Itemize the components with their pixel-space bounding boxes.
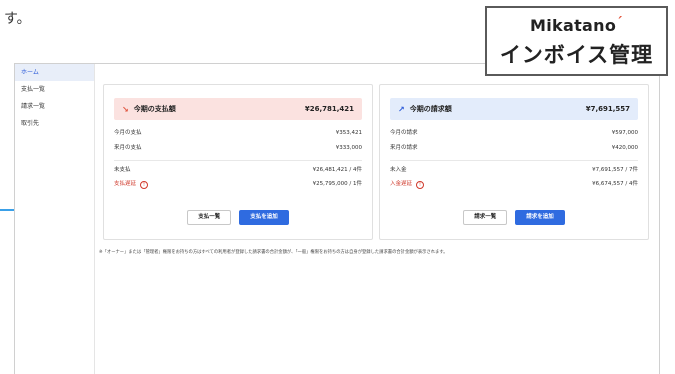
invoices-overdue-label: 入金遅延 — [390, 181, 413, 187]
sidebar-item-invoices[interactable]: 請求一覧 — [15, 98, 94, 115]
payments-row-next-month: 来月の支払 ¥333,000 — [114, 145, 362, 151]
payments-card-title: 今期の支払額 — [133, 105, 176, 113]
sidebar-item-home[interactable]: ホーム — [15, 64, 94, 81]
invoices-row-unreceived: 未入金 ¥7,691,557 / 7件 — [390, 160, 638, 177]
alert-circle-icon: ! — [416, 180, 425, 189]
decorative-blue-line — [0, 209, 14, 211]
brand-product-name: インボイス管理 — [499, 43, 654, 67]
brand-name: Mikatano´ — [530, 16, 623, 35]
permission-footnote: ※「オーナー」または「管理者」権限をお持ちの方はすべての利用者が登録した請求書の… — [99, 250, 448, 255]
invoices-total-amount: ¥7,691,557 — [585, 105, 630, 113]
payments-summary-card: ↘ 今期の支払額 ¥26,781,421 今月の支払 ¥353,421 来月の支… — [103, 84, 373, 240]
payments-list-button[interactable]: 支払一覧 — [187, 210, 232, 225]
payments-card-header: ↘ 今期の支払額 ¥26,781,421 — [114, 98, 362, 120]
invoices-card-title: 今期の請求額 — [409, 105, 452, 113]
sidebar-item-partners[interactable]: 取引先 — [15, 115, 94, 132]
payments-actions: 支払一覧 支払を追加 — [104, 210, 372, 225]
payments-total-amount: ¥26,781,421 — [304, 105, 354, 113]
app-window: ホーム 支払一覧 請求一覧 取引先 ↘ 今期の支払額 ¥26,781,421 今… — [14, 63, 660, 374]
payments-row-unpaid: 未支払 ¥26,481,421 / 4件 — [114, 160, 362, 177]
sidebar: ホーム 支払一覧 請求一覧 取引先 — [15, 64, 95, 374]
invoices-row-overdue: 入金遅延! ¥6,674,557 / 4件 — [390, 177, 638, 192]
top-text-fragment: す。 — [4, 11, 31, 27]
sidebar-item-payments[interactable]: 支払一覧 — [15, 81, 94, 98]
invoices-card-header: ↗ 今期の請求額 ¥7,691,557 — [390, 98, 638, 120]
invoices-row-this-month: 今月の請求 ¥597,000 — [390, 130, 638, 136]
arrow-up-right-icon: ↗ — [398, 104, 405, 114]
alert-circle-icon: ! — [140, 180, 149, 189]
payments-row-this-month: 今月の支払 ¥353,421 — [114, 130, 362, 136]
main-content: ↘ 今期の支払額 ¥26,781,421 今月の支払 ¥353,421 来月の支… — [95, 64, 659, 374]
arrow-down-right-icon: ↘ — [122, 104, 129, 114]
brand-logo-box: Mikatano´ インボイス管理 — [485, 6, 668, 76]
payments-row-overdue: 支払遅延! ¥25,795,000 / 1件 — [114, 177, 362, 192]
invoices-rows: 今月の請求 ¥597,000 来月の請求 ¥420,000 未入金 ¥7,691… — [390, 126, 638, 192]
invoices-summary-card: ↗ 今期の請求額 ¥7,691,557 今月の請求 ¥597,000 来月の請求… — [379, 84, 649, 240]
add-invoice-button[interactable]: 請求を追加 — [515, 210, 565, 225]
invoices-row-next-month: 来月の請求 ¥420,000 — [390, 145, 638, 151]
add-payment-button[interactable]: 支払を追加 — [239, 210, 289, 225]
payments-rows: 今月の支払 ¥353,421 来月の支払 ¥333,000 未支払 ¥26,48… — [114, 126, 362, 192]
brand-accent-mark: ´ — [616, 16, 623, 31]
invoices-list-button[interactable]: 請求一覧 — [463, 210, 508, 225]
payments-overdue-label: 支払遅延 — [114, 181, 137, 187]
invoices-actions: 請求一覧 請求を追加 — [380, 210, 648, 225]
